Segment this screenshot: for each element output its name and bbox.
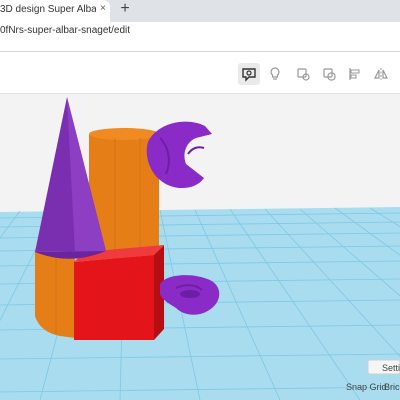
notes-icon[interactable] [238, 63, 260, 85]
tab-close-icon[interactable]: × [100, 3, 106, 14]
settings-button[interactable]: Settin [382, 363, 400, 373]
brick-toggle[interactable]: Brick [384, 382, 400, 392]
browser-tab[interactable]: 3D design Super Albar-Snaget | × [0, 0, 110, 22]
orange-base-block[interactable] [35, 252, 75, 338]
lightbulb-icon[interactable] [264, 63, 286, 85]
shape-outline-icon[interactable] [292, 63, 314, 85]
address-bar[interactable]: 0fNrs-super-albar-snaget/edit [0, 22, 400, 40]
workplane-scene[interactable] [0, 94, 400, 400]
shape-hole-icon[interactable] [318, 63, 340, 85]
red-box[interactable] [74, 245, 164, 340]
new-tab-button[interactable]: + [117, 0, 133, 18]
3d-viewport[interactable]: Settin Snap Grid Brick [0, 94, 400, 400]
align-icon[interactable] [344, 63, 366, 85]
snap-grid-label: Snap Grid [346, 382, 387, 392]
tab-title: 3D design Super Albar-Snaget | [0, 4, 96, 15]
browser-tab-strip: 3D design Super Albar-Snaget | × + [0, 0, 400, 22]
mirror-icon[interactable] [370, 63, 392, 85]
bookmarks-bar [0, 40, 400, 52]
editor-toolbar [0, 53, 400, 94]
url-text[interactable]: 0fNrs-super-albar-snaget/edit [0, 25, 130, 36]
